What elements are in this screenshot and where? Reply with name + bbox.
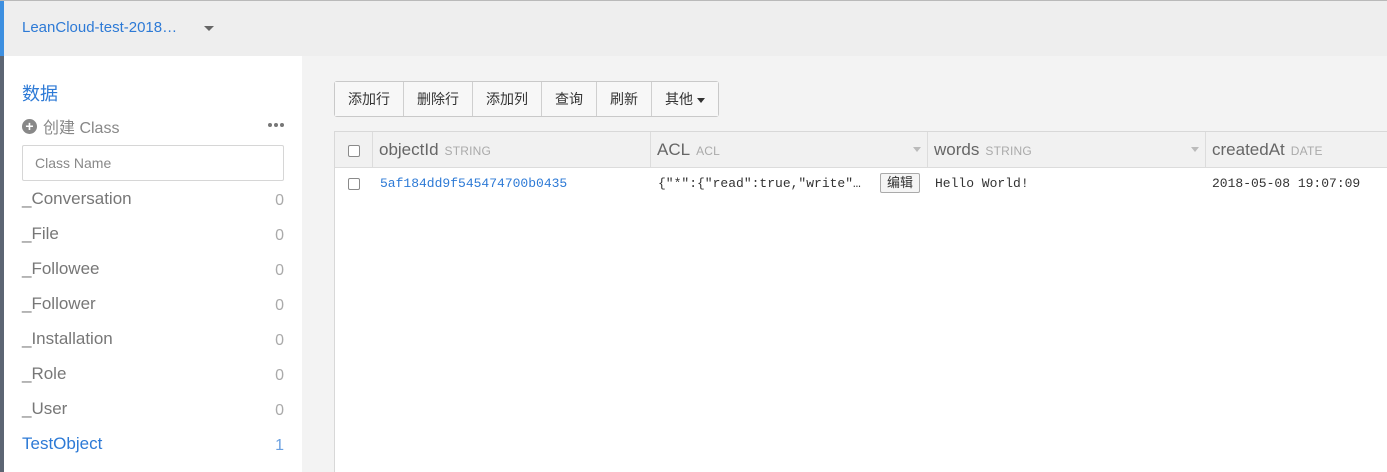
- sidebar-item-testobject[interactable]: TestObject 1: [22, 434, 284, 458]
- cell-words[interactable]: Hello World!: [935, 172, 1200, 196]
- class-name-search-input[interactable]: [22, 145, 284, 181]
- app-selector[interactable]: LeanCloud-test-2018…: [22, 19, 177, 36]
- column-type: ACL: [696, 144, 721, 158]
- sidebar-item-followee[interactable]: _Followee 0: [22, 259, 284, 283]
- add-row-button[interactable]: 添加行: [335, 82, 404, 116]
- select-all-cell: [335, 132, 373, 167]
- select-all-checkbox[interactable]: [348, 145, 360, 157]
- sidebar-item-installation[interactable]: _Installation 0: [22, 329, 284, 353]
- data-table: objectId STRING ACL ACL words STRING create…: [334, 131, 1387, 472]
- sidebar-edge: [0, 56, 4, 472]
- create-class-label: 创建 Class: [43, 120, 120, 137]
- class-count: 0: [275, 192, 284, 209]
- cell-createdat[interactable]: 2018-05-08 19:07:09: [1212, 172, 1382, 196]
- chevron-down-icon[interactable]: [1191, 147, 1199, 152]
- top-bar: LeanCloud-test-2018…: [0, 0, 1387, 56]
- column-type: STRING: [985, 144, 1032, 158]
- class-count: 0: [275, 332, 284, 349]
- sidebar-title[interactable]: 数据: [22, 80, 58, 106]
- column-header-createdat[interactable]: createdAt DATE: [1206, 132, 1387, 167]
- column-type: DATE: [1290, 144, 1323, 158]
- chevron-down-icon[interactable]: [204, 26, 214, 31]
- more-label: 其他: [665, 91, 693, 107]
- sidebar-item-user[interactable]: _User 0: [22, 399, 284, 423]
- class-name: _Role: [22, 364, 67, 383]
- class-count: 0: [275, 367, 284, 384]
- column-header-words[interactable]: words STRING: [928, 132, 1206, 167]
- column-header-acl[interactable]: ACL ACL: [651, 132, 928, 167]
- class-count: 0: [275, 297, 284, 314]
- top-bar-accent: [0, 1, 4, 56]
- cell-acl[interactable]: {"*":{"read":true,"write"…: [658, 172, 876, 196]
- column-name: words: [934, 140, 980, 159]
- sidebar-item-conversation[interactable]: _Conversation 0: [22, 189, 284, 213]
- class-count: 1: [275, 437, 284, 454]
- column-header-objectid[interactable]: objectId STRING: [373, 132, 651, 167]
- edit-acl-button[interactable]: 编辑: [880, 173, 921, 193]
- column-name: objectId: [379, 140, 439, 159]
- caret-down-icon: [697, 97, 705, 103]
- class-name: _Installation: [22, 329, 113, 348]
- cell-objectid[interactable]: 5af184dd9f545474700b0435: [380, 172, 645, 196]
- class-name: _Follower: [22, 294, 96, 313]
- class-name: _Conversation: [22, 189, 132, 208]
- column-name: createdAt: [1212, 140, 1285, 159]
- more-options-icon[interactable]: [266, 116, 286, 132]
- class-name: _File: [22, 224, 59, 243]
- create-class-button[interactable]: + 创建 Class: [22, 116, 120, 137]
- column-type: STRING: [444, 144, 492, 158]
- delete-row-button[interactable]: 删除行: [404, 82, 473, 116]
- more-dropdown-button[interactable]: 其他: [652, 82, 718, 116]
- chevron-down-icon[interactable]: [913, 147, 921, 152]
- plus-circle-icon: +: [22, 118, 37, 134]
- query-button[interactable]: 查询: [542, 82, 597, 116]
- sidebar-item-role[interactable]: _Role 0: [22, 364, 284, 388]
- data-toolbar: 添加行 删除行 添加列 查询 刷新 其他: [334, 81, 719, 117]
- sidebar-item-follower[interactable]: _Follower 0: [22, 294, 284, 318]
- class-count: 0: [275, 227, 284, 244]
- add-column-button[interactable]: 添加列: [473, 82, 542, 116]
- sidebar-item-file[interactable]: _File 0: [22, 224, 284, 248]
- refresh-button[interactable]: 刷新: [597, 82, 652, 116]
- class-name: TestObject: [22, 434, 103, 453]
- column-name: ACL: [657, 140, 691, 159]
- row-checkbox[interactable]: [348, 178, 360, 190]
- class-name: _User: [22, 399, 68, 418]
- class-name: _Followee: [22, 259, 100, 278]
- table-header: objectId STRING ACL ACL words STRING create…: [335, 132, 1387, 168]
- class-count: 0: [275, 262, 284, 279]
- class-count: 0: [275, 402, 284, 419]
